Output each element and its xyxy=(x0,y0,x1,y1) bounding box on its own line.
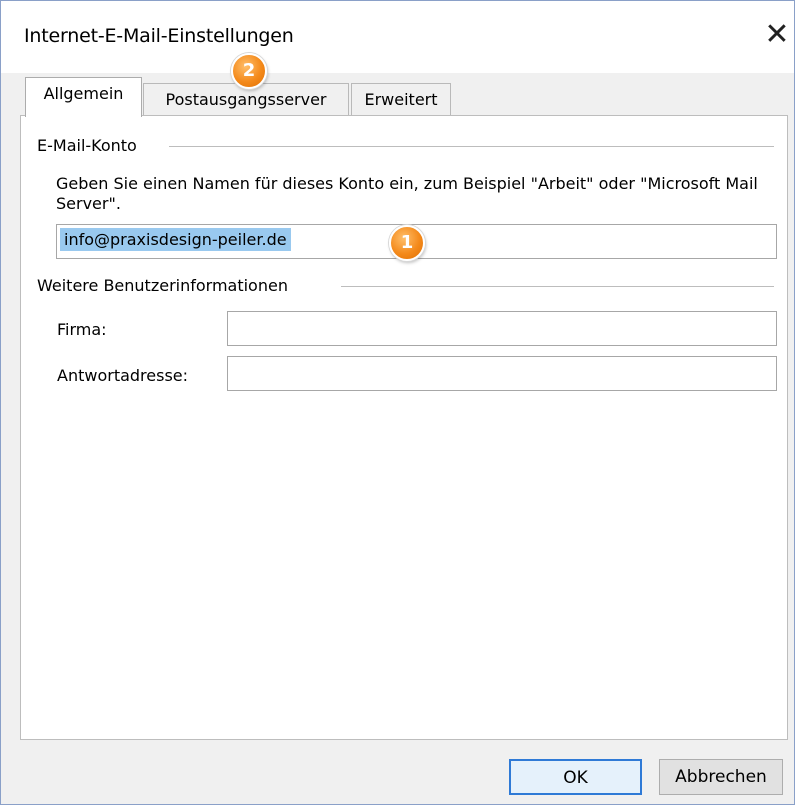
account-description: Geben Sie einen Namen für dieses Konto e… xyxy=(56,174,758,213)
company-field[interactable] xyxy=(227,311,777,346)
account-group-label: E-Mail-Konto xyxy=(37,136,143,155)
reply-address-field[interactable] xyxy=(227,356,777,391)
user-info-group-label: Weitere Benutzerinformationen xyxy=(37,276,294,295)
close-icon[interactable]: ✕ xyxy=(761,19,793,51)
company-label: Firma: xyxy=(57,320,107,339)
cancel-button[interactable]: Abbrechen xyxy=(659,759,783,795)
email-settings-dialog: Internet-E-Mail-Einstellungen ✕ Allgemei… xyxy=(0,0,795,805)
account-name-value: info@praxisdesign-peiler.de xyxy=(60,228,291,251)
tab-erweitert[interactable]: Erweitert xyxy=(351,83,451,115)
title-bar: Internet-E-Mail-Einstellungen ✕ xyxy=(1,1,794,73)
annotation-badge-1: 1 xyxy=(389,225,425,261)
ok-button[interactable]: OK xyxy=(509,759,642,795)
tab-panel-allgemein: E-Mail-Konto Geben Sie einen Namen für d… xyxy=(20,115,788,740)
window-title: Internet-E-Mail-Einstellungen xyxy=(24,25,294,47)
annotation-badge-2: 2 xyxy=(231,53,267,89)
account-group-divider xyxy=(169,146,774,147)
reply-address-label: Antwortadresse: xyxy=(57,366,189,385)
tab-allgemein[interactable]: Allgemein xyxy=(25,77,142,117)
user-info-group-divider xyxy=(341,286,774,287)
